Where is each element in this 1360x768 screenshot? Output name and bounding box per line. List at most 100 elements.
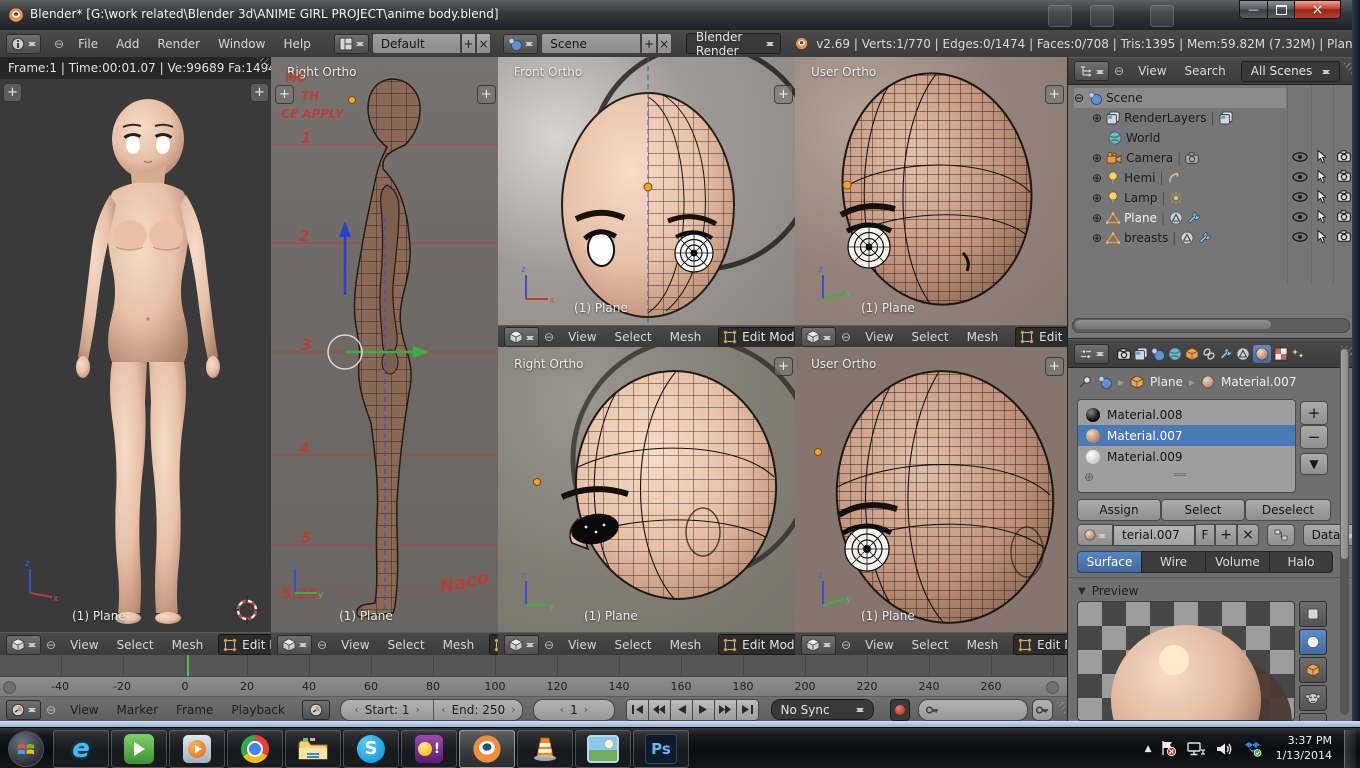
collapse-menus-toggle[interactable]: ⊖ <box>41 638 61 652</box>
next-keyframe-button[interactable] <box>713 698 737 721</box>
material-slot-selected[interactable]: Material.007 <box>1078 425 1295 446</box>
panel-open-handle[interactable]: + <box>275 85 294 104</box>
menu-search[interactable]: Search <box>1176 61 1235 81</box>
tray-expand-icon[interactable]: ▲ <box>1145 744 1152 754</box>
hide-eye-icon[interactable] <box>1292 172 1308 182</box>
jump-to-start-button[interactable] <box>625 698 649 721</box>
editor-type-selector[interactable] <box>277 634 312 655</box>
render-camera-icon[interactable] <box>1337 150 1351 162</box>
viewport-front-ortho[interactable]: Front Ortho z x (1) Plane + <box>498 57 796 325</box>
use-preview-range-toggle[interactable] <box>301 699 330 720</box>
tab-data-icon[interactable] <box>1236 347 1250 361</box>
material-name-field[interactable]: terial.007 <box>1113 524 1195 546</box>
scene-name-field[interactable]: Scene <box>541 33 642 54</box>
hide-eye-icon[interactable] <box>1292 212 1308 222</box>
crumb-material[interactable]: Material.007 <box>1221 375 1296 389</box>
play-reverse-button[interactable] <box>669 698 693 721</box>
material-type-wire[interactable]: Wire <box>1141 551 1206 573</box>
dropbox-icon[interactable] <box>1242 738 1264 760</box>
assign-button[interactable]: Assign <box>1077 499 1161 521</box>
jump-to-end-button[interactable] <box>735 698 759 721</box>
mode-dropdown[interactable]: Edit Mode <box>218 634 271 655</box>
taskbar-chrome[interactable] <box>227 729 283 768</box>
keying-set-field[interactable] <box>918 698 1028 721</box>
layout-delete-button[interactable]: × <box>476 33 492 54</box>
menu-mesh[interactable]: Mesh <box>661 635 711 655</box>
fake-user-button[interactable]: F <box>1195 524 1215 546</box>
menu-mesh[interactable]: Mesh <box>958 327 1008 347</box>
render-camera-icon[interactable] <box>1337 210 1351 222</box>
render-engine-dropdown[interactable]: Blender Render <box>685 30 781 58</box>
expand-icon[interactable]: ⊕ <box>1092 191 1102 205</box>
editor-type-selector[interactable] <box>1074 61 1109 81</box>
add-slot-button[interactable]: + <box>1300 401 1328 425</box>
mode-dropdown[interactable]: Edit Mode <box>718 326 795 348</box>
menu-view[interactable]: View <box>1129 61 1175 81</box>
scene-icon-button[interactable] <box>503 33 539 54</box>
use-nodes-button[interactable] <box>1267 524 1295 546</box>
current-frame-marker[interactable] <box>187 655 189 676</box>
window-titlebar[interactable]: Blender* [G:\work related\Blender 3d\ANI… <box>0 0 1360 31</box>
tab-render-layers-icon[interactable] <box>1134 347 1148 361</box>
taskbar-photo-viewer[interactable] <box>575 729 631 768</box>
menu-render[interactable]: Render <box>148 34 209 54</box>
viewport-side-head[interactable]: Right Ortho z y (1) Plane + <box>498 347 796 632</box>
outliner-scope-dropdown[interactable]: All Scenes <box>1240 60 1340 82</box>
mode-dropdown[interactable]: Edit Mode <box>489 634 498 655</box>
menu-window[interactable]: Window <box>209 34 274 54</box>
maximize-button[interactable] <box>1267 0 1295 19</box>
scrollbar-thumb[interactable] <box>1075 320 1271 329</box>
taskbar-yahoo-messenger[interactable]: ! <box>401 729 457 768</box>
new-material-button[interactable]: + <box>1215 524 1237 546</box>
screen-layout-icon-button[interactable] <box>333 33 369 54</box>
selectable-cursor-icon[interactable] <box>1316 150 1326 164</box>
close-button[interactable]: × <box>1294 0 1341 19</box>
selectable-cursor-icon[interactable] <box>1316 170 1326 184</box>
play-button[interactable] <box>691 698 715 721</box>
menu-mesh[interactable]: Mesh <box>434 635 484 655</box>
layout-add-button[interactable]: + <box>460 33 477 54</box>
outliner-item-breasts[interactable]: ⊕ breasts | <box>1092 228 1212 248</box>
hide-eye-icon[interactable] <box>1292 232 1308 242</box>
scene-add-button[interactable]: + <box>641 33 657 54</box>
crumb-object[interactable]: Plane <box>1150 375 1183 389</box>
ruler-scroll-dot-left[interactable] <box>3 681 16 694</box>
menu-view[interactable]: View <box>61 700 107 720</box>
taskbar-skype[interactable]: S <box>343 729 399 768</box>
mode-dropdown[interactable]: Edit Mode <box>718 634 795 655</box>
scrollbar-thumb[interactable] <box>1341 349 1348 559</box>
menu-mesh[interactable]: Mesh <box>163 635 213 655</box>
collapse-menus-toggle[interactable]: ⊖ <box>836 638 856 652</box>
collapse-menus-toggle[interactable]: ⊖ <box>539 330 559 344</box>
menu-view[interactable]: View <box>856 635 902 655</box>
selectable-cursor-icon[interactable] <box>1316 190 1326 204</box>
taskbar-vlc[interactable] <box>517 729 573 768</box>
outliner-item-plane[interactable]: ⊕ Plane | <box>1092 208 1201 228</box>
menu-mesh[interactable]: Mesh <box>958 635 1008 655</box>
panel-open-handle[interactable]: + <box>477 85 496 104</box>
collapse-menus-toggle[interactable]: ⊖ <box>41 703 61 717</box>
expand-icon[interactable]: ⊕ <box>1092 171 1102 185</box>
end-frame-stepper[interactable]: ‹ End: 250 › <box>433 699 523 720</box>
render-camera-icon[interactable] <box>1337 230 1351 242</box>
tab-scene-icon[interactable] <box>1151 347 1165 361</box>
previous-keyframe-button[interactable] <box>647 698 671 721</box>
sync-mode-dropdown[interactable]: No Sync <box>770 699 875 720</box>
volume-icon[interactable] <box>1214 738 1236 760</box>
material-type-volume[interactable]: Volume <box>1205 551 1270 573</box>
taskbar-windows-explorer[interactable] <box>285 729 341 768</box>
expand-icon[interactable]: ⊕ <box>1092 211 1102 225</box>
taskbar-blender-active[interactable] <box>459 729 515 768</box>
editor-type-selector[interactable] <box>504 634 539 655</box>
hide-eye-icon[interactable] <box>1292 192 1308 202</box>
timeline-track[interactable] <box>0 655 1067 676</box>
stepper-left-arrow[interactable]: ‹ <box>560 703 564 716</box>
scene-delete-button[interactable]: × <box>656 33 672 54</box>
stepper-left-arrow[interactable]: ‹ <box>354 703 358 716</box>
menu-select[interactable]: Select <box>903 327 958 347</box>
panel-open-handle[interactable]: + <box>774 85 793 104</box>
editor-type-selector[interactable] <box>504 327 539 347</box>
insert-keyframe-button[interactable] <box>1031 698 1054 721</box>
deselect-button[interactable]: Deselect <box>1245 499 1331 521</box>
menu-playback[interactable]: Playback <box>222 700 294 720</box>
